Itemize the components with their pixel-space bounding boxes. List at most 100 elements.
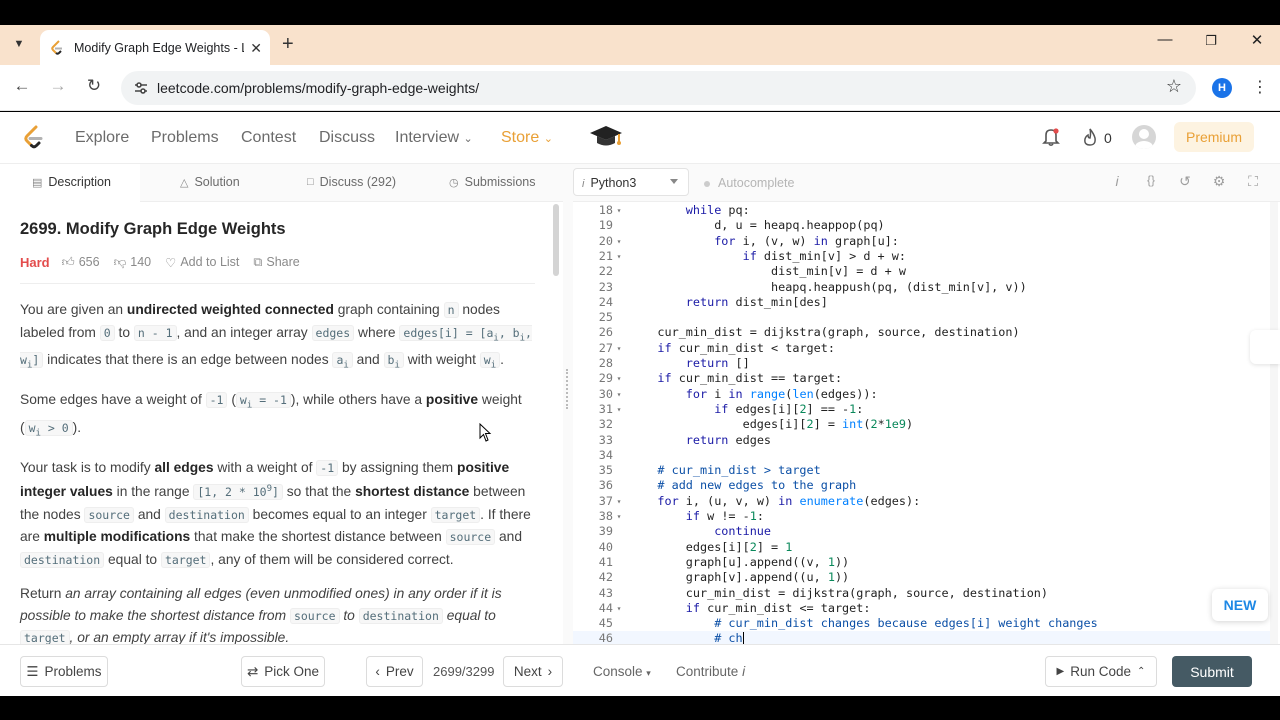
address-bar[interactable]: leetcode.com/problems/modify-graph-edge-… [121, 71, 1196, 105]
profile-avatar[interactable]: H [1212, 78, 1232, 98]
line-number: 20 [598, 233, 613, 248]
code-line[interactable]: 20 ▾ for i, (v, w) in graph[u]: [573, 234, 1273, 249]
browser-tab[interactable]: Modify Graph Edge Weights - L ✕ [40, 30, 270, 65]
line-number: 27 [598, 340, 613, 355]
nav-store[interactable]: Store ⌄ [501, 129, 553, 147]
code-line[interactable]: 21 ▾ if dist_min[v] > d + w: [573, 249, 1273, 264]
tab-search-icon[interactable]: ▼ [8, 33, 30, 55]
fold-arrow-icon[interactable]: ▾ [614, 341, 624, 356]
fold-arrow-icon[interactable]: ▾ [614, 371, 624, 386]
code-line[interactable]: 23 heapq.heappush(pq, (dist_min[v], v)) [573, 280, 1273, 295]
code-text: continue [714, 524, 772, 539]
fullscreen-icon[interactable]: ⛶ [1243, 173, 1263, 190]
code-line[interactable]: 25 [573, 310, 1273, 325]
tab-submissions[interactable]: ◷ Submissions [449, 175, 535, 189]
code-line[interactable]: 38 ▾ if w != -1: [573, 509, 1273, 524]
code-line[interactable]: 32 edges[i][2] = int(2*1e9) [573, 417, 1273, 432]
new-tab-icon[interactable]: + [282, 33, 294, 55]
code-line[interactable]: 26 cur_min_dist = dijkstra(graph, source,… [573, 325, 1273, 340]
fold-arrow-icon[interactable]: ▾ [614, 234, 624, 249]
nav-problems[interactable]: Problems [151, 129, 219, 147]
premium-button[interactable]: Premium [1174, 122, 1254, 152]
code-line[interactable]: 30 ▾ for i in range(len(edges)): [573, 387, 1273, 402]
language-select[interactable]: i Python3 [573, 168, 689, 196]
code-line[interactable]: 39 continue [573, 524, 1273, 539]
site-info-icon[interactable] [133, 80, 149, 96]
fold-arrow-icon[interactable]: ▾ [614, 249, 624, 264]
code-line[interactable]: 19 d, u = heapq.heappop(pq) [573, 218, 1273, 233]
next-button[interactable]: Next › [503, 656, 563, 687]
nav-interview[interactable]: Interview ⌄ [395, 129, 473, 147]
code-line[interactable]: 22 dist_min[v] = d + w [573, 264, 1273, 279]
code-line[interactable]: 44 ▾ if cur_min_dist <= target: [573, 601, 1273, 616]
code-line[interactable]: 33 return edges [573, 433, 1273, 448]
fold-arrow-icon[interactable]: ▾ [614, 509, 624, 524]
braces-icon[interactable]: {} [1141, 173, 1161, 187]
tab-solution[interactable]: △ Solution [180, 175, 240, 189]
fold-arrow-icon[interactable]: ▾ [614, 402, 624, 417]
streak-fire-icon[interactable] [1082, 127, 1098, 147]
code-line[interactable]: 37 ▾ for i, (u, v, w) in enumerate(edges): [573, 494, 1273, 509]
fold-arrow-icon[interactable]: ▾ [614, 494, 624, 509]
fold-arrow-icon[interactable]: ▾ [614, 203, 624, 218]
code-line[interactable]: 40 edges[i][2] = 1 [573, 540, 1273, 555]
code-line[interactable]: 24 return dist_min[des] [573, 295, 1273, 310]
browser-menu-icon[interactable]: ⋮ [1252, 77, 1268, 97]
back-icon[interactable]: ← [10, 76, 34, 96]
problems-list-button[interactable]: ☰ Problems [20, 656, 108, 687]
dislike-button[interactable]: 👎︎ 140 [114, 255, 152, 270]
panel-resizer[interactable] [563, 164, 573, 644]
restore-icon[interactable]: ❐ [1196, 33, 1226, 49]
tab-description[interactable]: ▤ Description [32, 175, 111, 189]
pick-one-button[interactable]: ⇄ Pick One [241, 656, 325, 687]
submit-button[interactable]: Submit [1172, 656, 1252, 687]
bookmark-star-icon[interactable]: ☆ [1166, 76, 1182, 97]
dislike-count: 140 [130, 255, 152, 269]
reset-icon[interactable]: ↺ [1175, 173, 1195, 190]
like-button[interactable]: 👍︎ 656 [62, 255, 100, 270]
fold-arrow-icon[interactable]: ▾ [614, 387, 624, 402]
nav-contest[interactable]: Contest [241, 129, 296, 147]
console-toggle[interactable]: Console ▾ [593, 664, 651, 679]
code-line[interactable]: 34 [573, 448, 1273, 463]
code-line[interactable]: 36 # add new edges to the graph [573, 478, 1273, 493]
side-panel-tab[interactable] [1250, 330, 1280, 364]
leetcode-logo-icon[interactable] [22, 125, 44, 151]
code-line[interactable]: 18 ▾ while pq: [573, 203, 1273, 218]
code-line[interactable]: 46 # ch [573, 631, 1273, 644]
tab-discuss[interactable]: □ Discuss (292) [307, 175, 396, 189]
code-line[interactable]: 35 # cur_min_dist > target [573, 463, 1273, 478]
code-line[interactable]: 45 # cur_min_dist changes because edges[i… [573, 616, 1273, 631]
graduation-cap-icon[interactable] [588, 122, 624, 152]
code-line[interactable]: 42 graph[v].append((u, 1)) [573, 570, 1273, 585]
user-avatar[interactable] [1132, 125, 1156, 149]
add-to-list-button[interactable]: ♡ Add to List [165, 255, 239, 270]
close-tab-icon[interactable]: ✕ [250, 40, 262, 57]
minimize-icon[interactable]: — [1150, 31, 1180, 48]
code-line[interactable]: 29 ▾ if cur_min_dist == target: [573, 371, 1273, 386]
nav-discuss[interactable]: Discuss [319, 129, 375, 147]
autocomplete-toggle[interactable]: Autocomplete [704, 176, 794, 190]
code-line[interactable]: 43 cur_min_dist = dijkstra(graph, source,… [573, 586, 1273, 601]
settings-gear-icon[interactable]: ⚙ [1209, 173, 1229, 190]
notification-bell-icon[interactable] [1042, 127, 1060, 147]
run-code-button[interactable]: ▶ Run Code ⌃ [1045, 656, 1157, 687]
editor-scrollbar[interactable] [1270, 202, 1278, 644]
nav-explore[interactable]: Explore [75, 129, 129, 147]
new-feature-badge[interactable]: NEW [1212, 589, 1268, 621]
code-editor[interactable]: 18 ▾ while pq: 19 d, u = heapq.heappop(pq) 20… [573, 202, 1280, 644]
code-line[interactable]: 41 graph[u].append((v, 1)) [573, 555, 1273, 570]
prev-button[interactable]: ‹ Prev [366, 656, 423, 687]
description-scrollbar[interactable] [553, 204, 559, 276]
code-line[interactable]: 27 ▾ if cur_min_dist < target: [573, 341, 1273, 356]
close-window-icon[interactable]: ✕ [1242, 31, 1272, 49]
code-line[interactable]: 31 ▾ if edges[i][2] == -1: [573, 402, 1273, 417]
code-line[interactable]: 28 return [] [573, 356, 1273, 371]
info-icon[interactable]: i [1107, 173, 1127, 189]
share-button[interactable]: ⧉ Share [253, 255, 299, 270]
reload-icon[interactable]: ↻ [82, 76, 106, 96]
forward-icon[interactable]: → [46, 76, 70, 96]
fold-arrow-icon[interactable]: ▾ [614, 601, 624, 616]
contribute-link[interactable]: Contribute i [676, 664, 745, 679]
like-count: 656 [78, 255, 100, 269]
